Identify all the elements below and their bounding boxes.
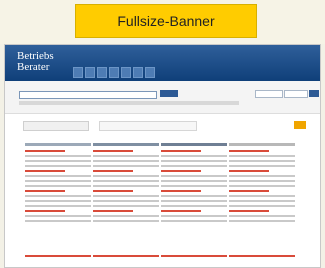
column-heading (25, 143, 91, 146)
site-logo[interactable]: Betriebs Berater (17, 51, 54, 73)
login-button[interactable] (309, 90, 319, 97)
main-navigation (73, 67, 155, 78)
header-tagline (63, 49, 243, 55)
nav-item[interactable] (133, 67, 143, 78)
news-column (25, 143, 91, 261)
news-column (161, 143, 227, 261)
news-column (93, 143, 159, 261)
website-preview: Betriebs Berater (4, 44, 321, 268)
nav-item[interactable] (97, 67, 107, 78)
tab-news[interactable] (23, 121, 89, 131)
search-button[interactable] (160, 90, 178, 97)
content-area (15, 121, 310, 265)
nav-item[interactable] (85, 67, 95, 78)
top-banner-area: Fullsize-Banner (0, 0, 325, 44)
accent-button[interactable] (294, 121, 306, 129)
search-options (19, 101, 239, 105)
search-panel (5, 81, 320, 114)
nav-item[interactable] (145, 67, 155, 78)
news-column (229, 143, 295, 261)
tab-filter[interactable] (99, 121, 197, 131)
logo-line-2: Berater (17, 61, 50, 73)
search-input[interactable] (19, 91, 157, 99)
column-heading (161, 143, 227, 146)
login-username-input[interactable] (255, 90, 283, 98)
nav-item[interactable] (121, 67, 131, 78)
content-tabs (21, 121, 306, 131)
banner-label: Fullsize-Banner (117, 13, 215, 29)
nav-item[interactable] (109, 67, 119, 78)
column-heading (93, 143, 159, 146)
login-password-input[interactable] (284, 90, 308, 98)
site-header: Betriebs Berater (5, 45, 320, 81)
column-heading (229, 143, 295, 146)
fullsize-banner[interactable]: Fullsize-Banner (75, 4, 257, 38)
nav-item[interactable] (73, 67, 83, 78)
